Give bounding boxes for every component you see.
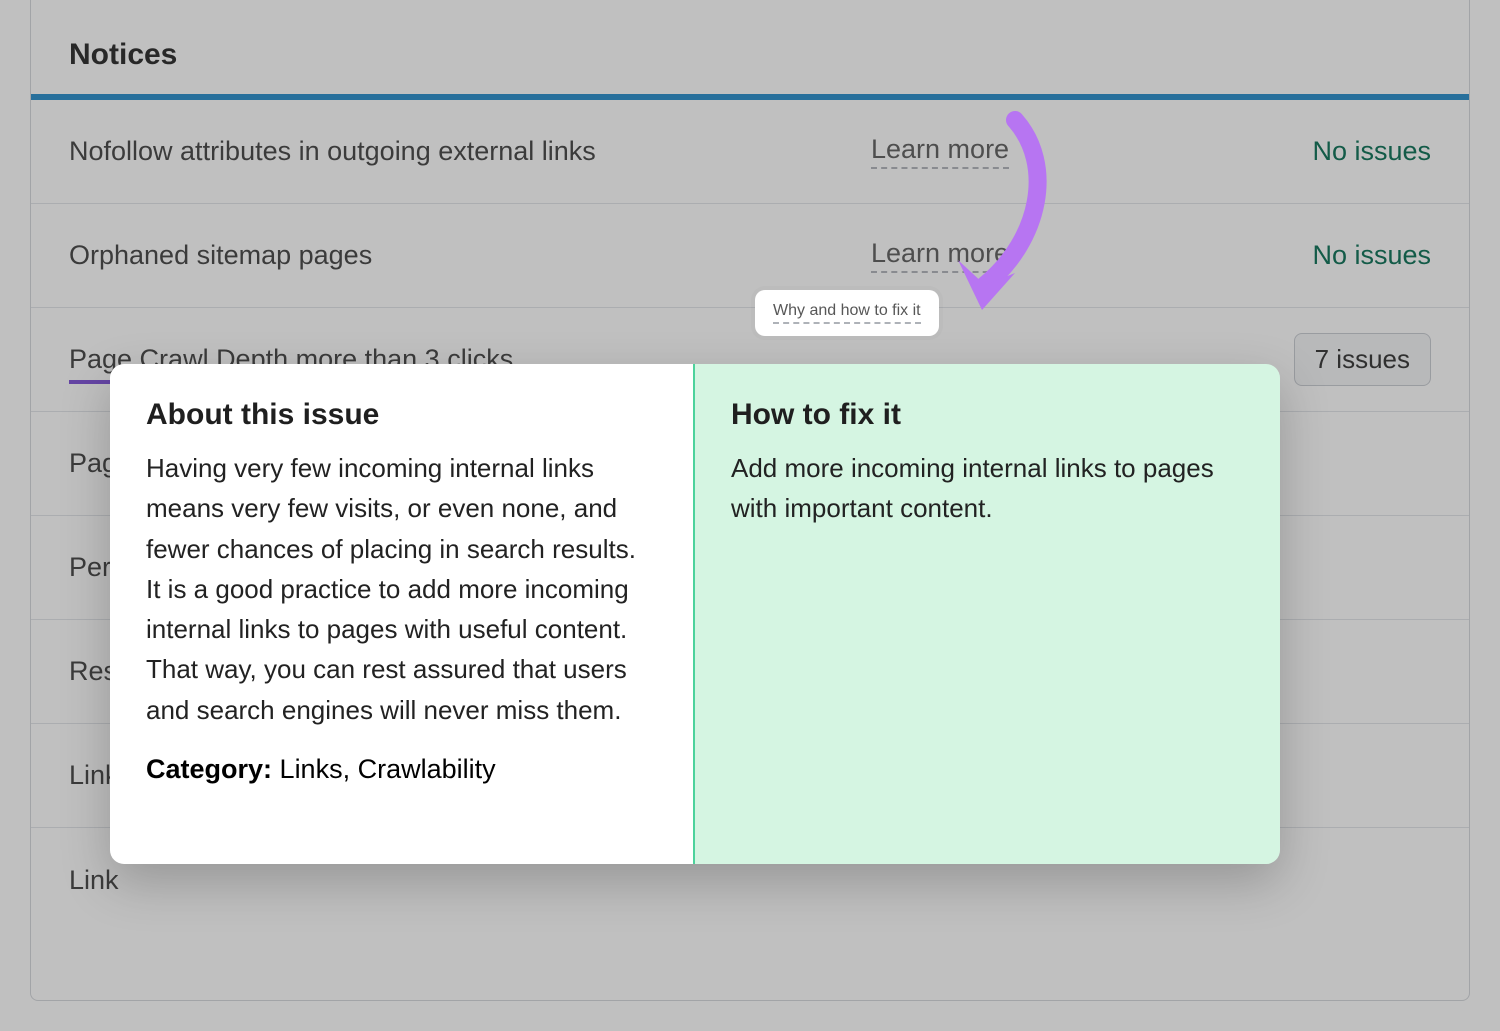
fix-title: How to fix it (731, 398, 1244, 432)
issue-name: Link (69, 865, 871, 896)
about-body: Having very few incoming internal links … (146, 448, 657, 730)
learn-more-link[interactable]: Learn more (871, 238, 1009, 273)
fix-panel: How to fix it Add more incoming internal… (695, 364, 1280, 864)
issue-count-badge[interactable]: 7 issues (1294, 333, 1431, 386)
category-line: Category: Links, Crawlability (146, 754, 657, 785)
why-fix-link-highlight[interactable]: Why and how to fix it (755, 290, 939, 336)
learn-more-link[interactable]: Learn more (871, 134, 1009, 169)
issue-row: Nofollow attributes in outgoing external… (31, 100, 1469, 204)
fix-body: Add more incoming internal links to page… (731, 448, 1244, 529)
about-title: About this issue (146, 398, 657, 432)
issue-row: Orphaned sitemap pages Learn more No iss… (31, 204, 1469, 308)
status-no-issues: No issues (1312, 136, 1431, 166)
status-no-issues: No issues (1312, 240, 1431, 270)
about-panel: About this issue Having very few incomin… (110, 364, 695, 864)
category-label: Category: (146, 754, 272, 784)
category-value: Links, Crawlability (280, 754, 496, 784)
why-fix-link[interactable]: Why and how to fix it (773, 302, 921, 324)
issue-explanation-popover: About this issue Having very few incomin… (110, 364, 1280, 864)
issue-name: Orphaned sitemap pages (69, 240, 871, 271)
section-title: Notices (31, 0, 1469, 100)
issue-name: Nofollow attributes in outgoing external… (69, 136, 871, 167)
